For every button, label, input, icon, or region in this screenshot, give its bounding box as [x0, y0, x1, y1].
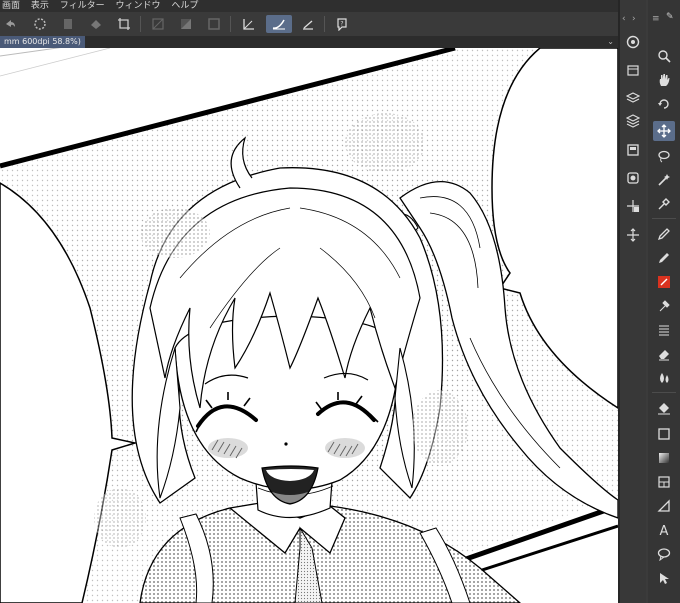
menu-item-help[interactable]: ヘルプ	[169, 0, 200, 12]
svg-text:A: A	[660, 524, 669, 537]
fill-icon[interactable]	[86, 15, 106, 33]
menu-item-display[interactable]: 表示	[29, 0, 51, 12]
help-icon[interactable]: ?	[332, 15, 352, 33]
deselect-icon[interactable]	[148, 15, 168, 33]
command-bar: ?	[0, 12, 618, 37]
navigator-icon[interactable]	[622, 32, 644, 52]
palette-dock-column: ‹ ›	[620, 0, 646, 603]
material-icon[interactable]	[622, 168, 644, 188]
figure-icon[interactable]	[653, 424, 675, 444]
menu-bar: 画面 表示 フィルター ウィンドウ ヘルプ	[0, 0, 618, 12]
border-icon[interactable]	[204, 15, 224, 33]
lasso-icon[interactable]	[653, 146, 675, 166]
undo-icon[interactable]	[0, 15, 20, 33]
tool-palette: ≡ ✎ A	[648, 0, 680, 603]
text-icon[interactable]: A	[653, 520, 675, 540]
invert-icon[interactable]	[176, 15, 196, 33]
panel-grip-icon[interactable]: ≡	[652, 14, 660, 24]
eyedropper-icon[interactable]	[653, 194, 675, 214]
toolbar-separator	[324, 16, 325, 32]
ruler-tool-icon[interactable]	[653, 496, 675, 516]
hand-icon[interactable]	[653, 70, 675, 90]
toolbar-separator	[140, 16, 141, 32]
tool-separator	[652, 392, 676, 393]
transform-icon[interactable]	[622, 196, 644, 216]
pen-mode-icon[interactable]: ✎	[666, 12, 674, 22]
pencil-icon[interactable]	[653, 248, 675, 268]
gradient-icon[interactable]	[653, 448, 675, 468]
layer-property-icon[interactable]	[622, 60, 644, 80]
canvas-area[interactable]	[0, 48, 618, 603]
crop-icon[interactable]	[114, 15, 134, 33]
layer-stack-icon[interactable]	[622, 111, 644, 131]
correct-line-icon[interactable]	[653, 568, 675, 588]
ruler-icon[interactable]	[238, 15, 258, 33]
move-icon[interactable]	[653, 121, 675, 141]
collapse-left-icon[interactable]: ‹	[622, 14, 626, 24]
magic-wand-icon[interactable]	[653, 170, 675, 190]
vector-icon[interactable]	[298, 15, 318, 33]
blend-icon[interactable]	[653, 368, 675, 388]
layers-icon[interactable]	[622, 88, 644, 108]
manga-page	[0, 48, 618, 603]
tool-separator	[652, 218, 676, 219]
brush-red-icon[interactable]	[653, 272, 675, 292]
eraser-icon[interactable]	[653, 344, 675, 364]
balloon-icon[interactable]	[653, 544, 675, 564]
svg-text:?: ?	[340, 21, 343, 28]
chevron-down-icon[interactable]: ⌄	[607, 37, 614, 46]
decoration-icon[interactable]	[653, 320, 675, 340]
toolbar-separator	[230, 16, 231, 32]
airbrush-icon[interactable]	[653, 296, 675, 316]
sub-tool-icon[interactable]	[622, 140, 644, 160]
spinner-icon[interactable]	[30, 15, 50, 33]
menu-item-window[interactable]: ウィンドウ	[113, 0, 162, 12]
move-layer-icon[interactable]	[622, 225, 644, 245]
document-tab-bar: mm 600dpi 58.8%) ⌄	[0, 36, 618, 48]
menu-item-filter[interactable]: フィルター	[58, 0, 107, 12]
clear-icon[interactable]	[58, 15, 78, 33]
menu-item-view[interactable]: 画面	[0, 0, 22, 12]
stroke-icon[interactable]	[266, 15, 292, 33]
fill-bucket-icon[interactable]	[653, 398, 675, 418]
zoom-icon[interactable]	[653, 46, 675, 66]
frame-icon[interactable]	[653, 472, 675, 492]
collapse-right-icon[interactable]: ›	[632, 14, 636, 24]
pen-icon[interactable]	[653, 224, 675, 244]
document-tab[interactable]: mm 600dpi 58.8%)	[0, 36, 85, 48]
rotate-icon[interactable]	[653, 94, 675, 114]
